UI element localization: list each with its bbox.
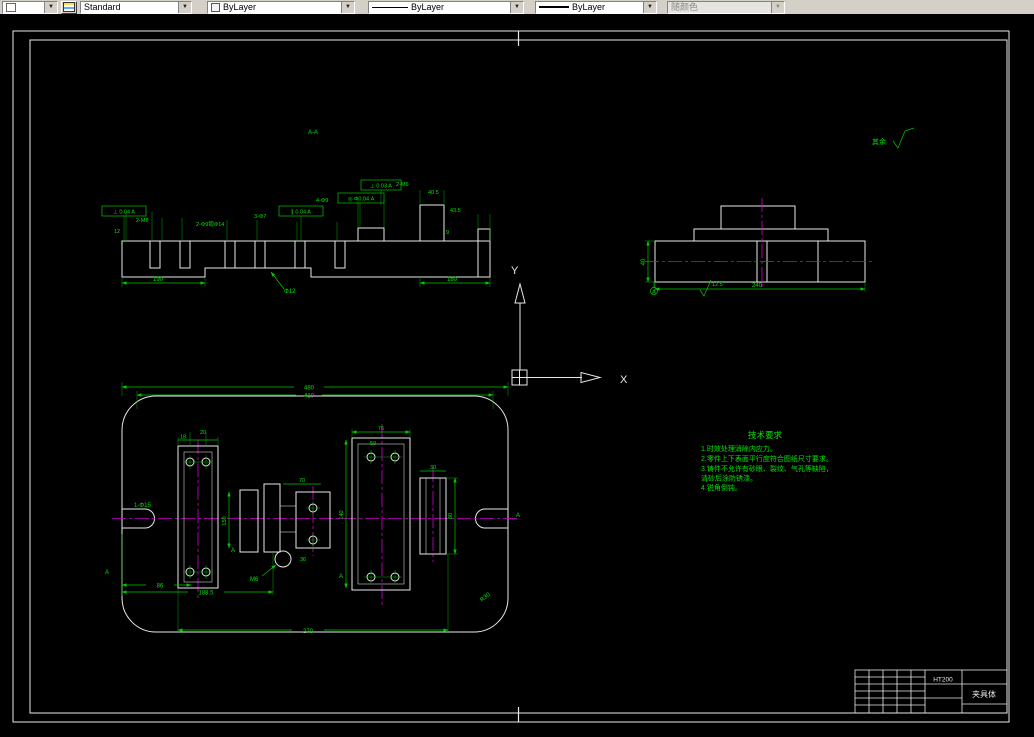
dim-label: M6 bbox=[250, 577, 259, 583]
layer-properties-button[interactable] bbox=[61, 0, 77, 14]
layer-combo-field bbox=[3, 2, 44, 13]
lineweight-value: ByLayer bbox=[572, 1, 606, 12]
dim-label: 1-Φ15 bbox=[134, 503, 151, 509]
dim-label: Φ12 bbox=[284, 289, 296, 295]
section-label: A-A bbox=[308, 130, 318, 136]
dim-label: 190 bbox=[153, 277, 164, 283]
ucs-y-label: Y bbox=[511, 265, 519, 277]
layer-combo[interactable]: ▼ bbox=[2, 0, 58, 14]
dim-label: 70 bbox=[299, 478, 305, 484]
gdt-label: ⊥ 0.04 A bbox=[113, 209, 135, 216]
dim-label: 50 bbox=[370, 441, 376, 447]
layers-icon bbox=[63, 2, 75, 12]
layer-color-swatch-icon bbox=[6, 2, 16, 12]
color-combo[interactable]: ByLayer ▼ bbox=[207, 0, 355, 14]
dim-label: 40.5 bbox=[428, 190, 439, 196]
dim-label: 86 bbox=[157, 584, 164, 590]
chevron-down-icon[interactable]: ▼ bbox=[643, 1, 656, 13]
material-label: HT200 bbox=[933, 677, 953, 684]
dim-label: 4-Φ9 bbox=[316, 198, 328, 204]
chevron-down-icon[interactable]: ▼ bbox=[510, 1, 523, 13]
dim-label: 36 bbox=[300, 557, 306, 563]
datum-flag: A bbox=[105, 570, 109, 576]
gdt-label: ◎ Φ0.04 A bbox=[348, 197, 375, 203]
datum-flag: A bbox=[339, 574, 343, 580]
text-style-value: Standard bbox=[84, 1, 121, 12]
lineweight-combo[interactable]: ByLayer ▼ bbox=[535, 0, 657, 14]
dim-label: 40 bbox=[641, 258, 647, 265]
plot-style-value: 随颜色 bbox=[668, 1, 771, 13]
lineweight-sample-icon bbox=[539, 6, 569, 8]
linetype-combo[interactable]: ByLayer ▼ bbox=[368, 0, 524, 14]
linetype-sample-icon bbox=[372, 6, 408, 8]
color-value: ByLayer bbox=[223, 1, 257, 12]
chevron-down-icon[interactable]: ▼ bbox=[178, 1, 191, 13]
dim-label: 188.5 bbox=[198, 591, 214, 597]
dim-label: 140 bbox=[339, 510, 345, 519]
tech-note-line: 2.零件上下表面平行度符合图纸尺寸要求。 bbox=[701, 454, 833, 463]
dim-label: 80 bbox=[448, 513, 454, 519]
gdt-label: ∥ 0.04 A bbox=[291, 209, 311, 216]
dim-label: 240 bbox=[752, 283, 763, 289]
top-toolbar: ▼ Standard ▼ ByLayer ▼ ByLayer ▼ ByLayer… bbox=[0, 0, 1034, 14]
roughness-value: 12.5 bbox=[712, 282, 723, 288]
tech-note-line: 3.铸件不允许有砂眼、裂纹、气孔等缺陷， bbox=[701, 464, 833, 473]
dim-label: 270 bbox=[303, 629, 314, 635]
dim-label: 410 bbox=[304, 394, 315, 400]
dim-label: 180 bbox=[447, 277, 458, 283]
dim-label: 2-Φ9锪Φ14 bbox=[196, 220, 224, 228]
dim-label: 20 bbox=[200, 430, 206, 436]
dim-label: 480 bbox=[304, 386, 315, 392]
dim-label: 30 bbox=[430, 465, 436, 471]
text-style-combo[interactable]: Standard ▼ bbox=[80, 0, 192, 14]
dim-label: 43.5 bbox=[450, 208, 461, 214]
tech-note-line: 4.锐角倒钝。 bbox=[701, 483, 742, 492]
linetype-value: ByLayer bbox=[411, 1, 445, 12]
dim-label: 12 bbox=[114, 229, 120, 235]
chevron-down-icon[interactable]: ▼ bbox=[44, 1, 57, 13]
dim-label: 9 bbox=[446, 230, 449, 236]
gdt-label: ⊥ 0.03 A bbox=[370, 183, 392, 190]
dim-label: 2-M6 bbox=[396, 182, 409, 188]
dim-label: 76 bbox=[378, 426, 384, 432]
color-combo-field: ByLayer bbox=[208, 2, 341, 13]
tech-note-line: 清砂后涂防锈漆。 bbox=[701, 474, 757, 483]
drawing-canvas[interactable]: A-A ⊥ 0.04 A ∥ 0.04 A ◎ Φ0.04 A ⊥ 0.03 A… bbox=[0, 0, 1034, 737]
ucs-x-label: X bbox=[620, 374, 628, 386]
datum-flag: A bbox=[516, 513, 520, 519]
plot-style-combo: 随颜色 ▼ bbox=[667, 0, 785, 14]
lineweight-combo-field: ByLayer bbox=[536, 2, 643, 13]
chevron-down-icon[interactable]: ▼ bbox=[341, 1, 354, 13]
dim-label: 3-Φ7 bbox=[254, 214, 266, 220]
dim-label: 18 bbox=[180, 435, 186, 441]
color-swatch-icon bbox=[211, 2, 220, 12]
dim-label: 150 bbox=[222, 516, 228, 525]
chevron-down-icon: ▼ bbox=[771, 1, 784, 13]
tech-note-line: 1.时效处理消除内应力。 bbox=[701, 444, 777, 453]
datum-flag: A bbox=[231, 548, 235, 554]
tech-notes-title: 技术要求 bbox=[748, 430, 783, 440]
surface-finish-label: 其余 bbox=[872, 137, 886, 146]
linetype-combo-field: ByLayer bbox=[369, 2, 510, 13]
part-name-label: 夹具体 bbox=[972, 689, 996, 699]
dim-label: 2-M8 bbox=[136, 218, 149, 224]
datum-label: A bbox=[652, 289, 656, 295]
